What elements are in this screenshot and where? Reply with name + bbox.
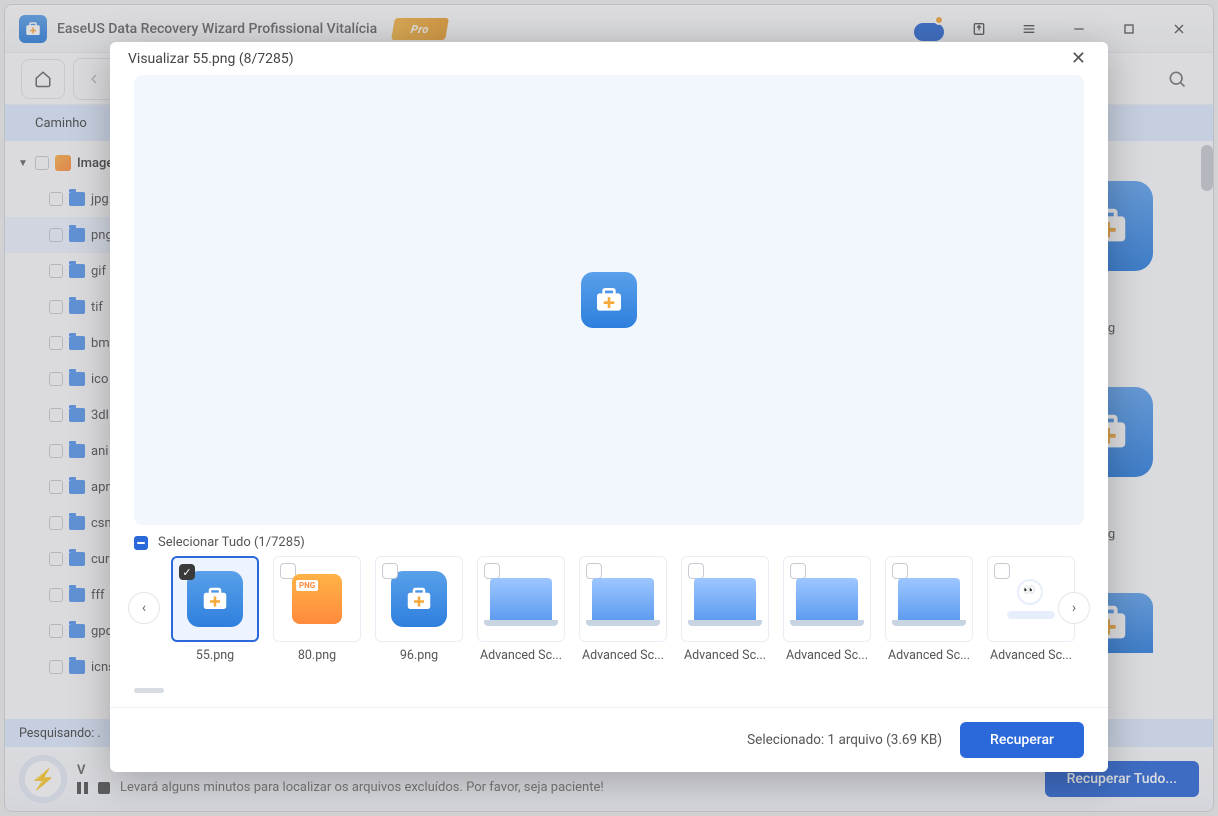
close-icon[interactable]: ✕ [1067,44,1090,73]
preview-modal: Visualizar 55.png (8/7285) ✕ Selecionar … [110,42,1108,772]
thumb-label: Advanced Sc... [986,648,1076,663]
preview-canvas [134,75,1084,525]
thumb-scrollbar[interactable] [134,688,164,693]
laptop-icon [490,578,552,620]
thumb-checkbox[interactable] [892,563,908,579]
thumbnail-item[interactable]: ✓ 55.png [170,556,260,663]
thumbnail-item[interactable]: Advanced Sc... [884,556,974,663]
thumb-checkbox[interactable] [586,563,602,579]
thumbnail-item[interactable]: Advanced Sc... [476,556,566,663]
thumb-checkbox[interactable] [382,563,398,579]
thumb-checkbox[interactable] [484,563,500,579]
app-icon [187,571,243,627]
thumbnail-item[interactable]: Advanced Sc... [782,556,872,663]
assistant-icon [1003,579,1059,619]
select-all-row: Selecionar Tudo (1/7285) [110,535,1108,550]
select-all-label: Selecionar Tudo (1/7285) [158,535,305,550]
laptop-icon [592,578,654,620]
thumbnail-item[interactable]: 96.png [374,556,464,663]
thumb-label: 55.png [170,648,260,663]
laptop-icon [898,578,960,620]
preview-image-icon [581,272,637,328]
modal-overlay: Visualizar 55.png (8/7285) ✕ Selecionar … [0,0,1218,816]
thumb-checkbox[interactable] [688,563,704,579]
thumb-checkbox[interactable] [790,563,806,579]
thumb-checkbox[interactable] [994,563,1010,579]
thumb-label: Advanced Sc... [884,648,974,663]
laptop-icon [796,578,858,620]
modal-header: Visualizar 55.png (8/7285) ✕ [110,42,1108,75]
laptop-icon [694,578,756,620]
thumb-label: Advanced Sc... [680,648,770,663]
thumb-checkbox[interactable]: ✓ [179,564,195,580]
thumb-label: 96.png [374,648,464,663]
modal-title: Visualizar 55.png (8/7285) [128,51,294,67]
recover-button[interactable]: Recuperar [960,722,1084,758]
thumbnail-strip: ‹ ✓55.png80.png96.pngAdvanced Sc...Advan… [120,556,1098,678]
modal-footer: Selecionado: 1 arquivo (3.69 KB) Recuper… [110,708,1108,772]
thumb-label: Advanced Sc... [476,648,566,663]
selection-summary: Selecionado: 1 arquivo (3.69 KB) [747,732,942,748]
thumb-label: 80.png [272,648,362,663]
select-all-checkbox[interactable] [134,536,148,550]
app-icon [391,571,447,627]
thumb-label: Advanced Sc... [578,648,668,663]
png-icon [292,574,342,624]
thumb-label: Advanced Sc... [782,648,872,663]
thumbnail-item[interactable]: Advanced Sc... [680,556,770,663]
thumbnail-item[interactable]: 80.png [272,556,362,663]
thumbnail-item[interactable]: Advanced Sc... [578,556,668,663]
